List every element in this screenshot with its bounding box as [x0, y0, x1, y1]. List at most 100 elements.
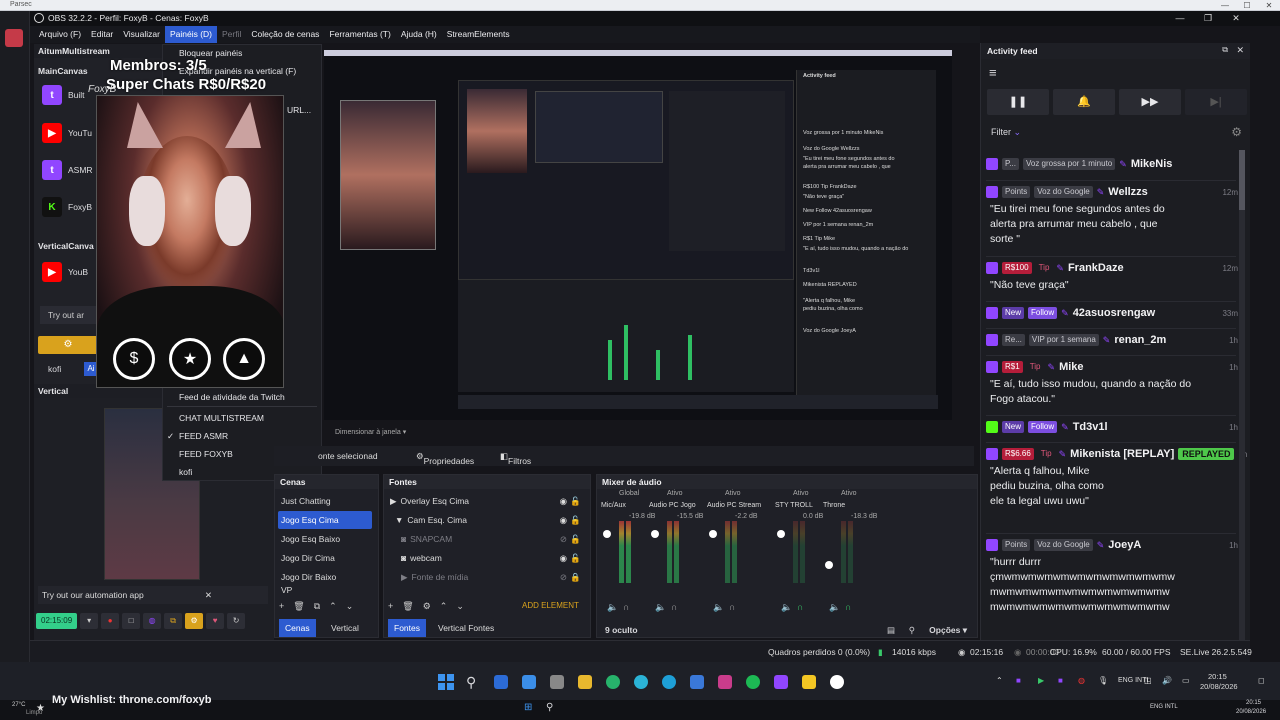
minimize-icon[interactable]: — — [1166, 11, 1194, 26]
close-icon[interactable]: ✕ — [1236, 45, 1244, 56]
taskbar-date[interactable]: 20/08/2026 — [1200, 682, 1238, 691]
speaker-icon[interactable]: 🔈 — [829, 602, 840, 613]
activity-scrollbar[interactable] — [1239, 150, 1245, 640]
headphone-icon[interactable]: ∩ — [671, 602, 677, 612]
menu-twitch-activity[interactable]: Feed de atividade da Twitch — [179, 392, 285, 402]
windows-start-icon[interactable] — [438, 674, 454, 690]
source-item[interactable]: ▼ Cam Esq. Cima ◉ 🔓 — [387, 511, 583, 529]
eye-icon[interactable]: ◉ — [560, 549, 567, 567]
network-icon[interactable]: ◫ — [1144, 676, 1152, 685]
taskbar-clock[interactable]: 20:15 — [1208, 672, 1227, 681]
minimize-icon[interactable]: — — [1214, 0, 1236, 11]
try-automation-banner[interactable]: Try out ar — [40, 306, 100, 324]
float-icon[interactable]: ⧉ — [1222, 45, 1228, 55]
windows-start-icon[interactable]: ⊞ — [524, 702, 532, 713]
parsec-app-icon[interactable] — [5, 29, 23, 47]
source-item[interactable]: ▶ Overlay Esq Cima ◉ 🔓 — [387, 492, 583, 510]
tab-scenes[interactable]: Cenas — [279, 619, 316, 637]
source-item[interactable]: ◙ webcam ◉ 🔓 — [387, 549, 583, 567]
chevron-up-icon[interactable]: ⌃ — [996, 676, 1003, 685]
replay-icon[interactable]: ⧉ — [164, 613, 183, 629]
event-username[interactable]: renan_2m — [1114, 334, 1166, 346]
tray-play-icon[interactable]: ▶ — [1038, 676, 1044, 685]
mixer-link-icon[interactable]: ⚲ — [909, 625, 915, 636]
activity-event[interactable]: New Follow ✎ Td3v1l 1h — [986, 419, 1238, 435]
output-row[interactable]: ▶ YouTu — [42, 122, 92, 144]
event-username[interactable]: FrankDaze — [1068, 262, 1124, 274]
pause-icon[interactable]: ◍ — [143, 613, 162, 629]
speaker-icon[interactable]: 🔈 — [655, 602, 666, 613]
menu-chat-multistream[interactable]: CHAT MULTISTREAM — [179, 413, 264, 423]
eye-hidden-icon[interactable]: ⊘ — [560, 568, 567, 586]
heart-icon[interactable]: ♥ — [206, 613, 225, 629]
down-icon[interactable]: ⌄ — [346, 601, 354, 612]
event-username[interactable]: Mikenista [REPLAY] — [1070, 448, 1174, 460]
stream-timer-button[interactable]: 02:15:09 — [36, 613, 78, 629]
eye-icon[interactable]: ◉ — [560, 492, 567, 510]
tab-sources[interactable]: Fontes — [388, 619, 426, 637]
menu-feed-asmr[interactable]: ✓ FEED ASMR — [167, 431, 228, 441]
volume-slider[interactable] — [651, 530, 659, 539]
close-icon[interactable]: ✕ — [1258, 0, 1280, 11]
options-button[interactable]: Opções ▾ — [929, 625, 967, 636]
scroll-thumb[interactable] — [1239, 150, 1245, 210]
lock-icon[interactable]: 🔓 — [570, 549, 581, 567]
lock-icon[interactable]: 🔒 — [570, 568, 581, 586]
volume-slider[interactable] — [603, 530, 611, 539]
search-icon[interactable]: ⚲ — [546, 702, 553, 713]
filters-button[interactable]: ◧ Filtros — [500, 451, 531, 466]
filter-button[interactable]: Filter ⌄ — [991, 127, 1021, 138]
app-icon[interactable] — [718, 675, 732, 689]
menu-item-help[interactable]: Ajuda (H) — [396, 26, 442, 43]
task-view-icon[interactable] — [494, 675, 508, 689]
record-icon[interactable]: ● — [101, 613, 120, 629]
menu-item-tools[interactable]: Ferramentas (T) — [324, 26, 395, 43]
pause-feed-button[interactable]: ❚❚ — [987, 89, 1049, 115]
maximize-icon[interactable]: ❐ — [1194, 11, 1222, 26]
menu-item-file[interactable]: Arquivo (F) — [34, 26, 86, 43]
gear-icon[interactable]: ⚙ — [1231, 125, 1242, 139]
output-row[interactable]: ▶ YouB — [42, 261, 88, 283]
activity-event[interactable]: R$1 Tip ✎ Mike 1h "E aí, tudo isso mudou, … — [986, 359, 1238, 407]
notification-icon[interactable]: ◻ — [1258, 676, 1265, 685]
stop-icon[interactable]: □ — [122, 613, 141, 629]
menu-item-profile[interactable]: Perfil — [217, 26, 246, 43]
activity-event[interactable]: Points Voz do Google ✎ Wellzzs 12m "Eu tir… — [986, 184, 1238, 247]
mixer-layout-icon[interactable]: ▤ — [887, 625, 895, 636]
menu-item-scene-collection[interactable]: Coleção de cenas — [246, 26, 324, 43]
search-icon[interactable]: ⚲ — [466, 674, 476, 691]
widgets-icon[interactable] — [522, 675, 536, 689]
tray-record-icon[interactable]: ◍ — [1078, 676, 1085, 685]
battery-icon[interactable]: ▭ — [1182, 676, 1190, 685]
add-icon[interactable]: + — [279, 601, 284, 612]
scene-item[interactable]: Jogo Dir Cima — [278, 549, 374, 567]
menu-kofi[interactable]: kofi — [179, 467, 192, 477]
speaker-icon[interactable]: 🔈 — [713, 602, 724, 613]
chevron-down-icon[interactable]: ▾ — [80, 613, 99, 629]
close-icon[interactable]: ✕ — [1222, 11, 1250, 26]
activity-event[interactable]: P... Voz grossa por 1 minuto ✎ MikeNis — [986, 156, 1238, 172]
scene-item[interactable]: Jogo Esq Baixo — [278, 530, 374, 548]
lock-icon[interactable]: 🔓 — [570, 511, 581, 529]
volume-icon[interactable]: 🔊 — [1162, 676, 1172, 685]
close-icon[interactable]: ✕ — [205, 586, 212, 604]
hamburger-icon[interactable]: ≡ — [989, 65, 997, 80]
properties-button[interactable]: ⚙ Propriedades — [416, 451, 474, 466]
activity-event[interactable]: R$6.66 Tip ✎ Mikenista [REPLAY]REPLAYED1… — [986, 446, 1247, 509]
up-icon[interactable]: ⌃ — [329, 601, 337, 612]
collapse-icon[interactable]: ▼ — [395, 515, 403, 525]
headphone-icon[interactable]: ∩ — [623, 602, 629, 612]
microphone-icon[interactable]: 🎙 — [1098, 676, 1108, 685]
settings-icon[interactable] — [550, 675, 564, 689]
down-icon[interactable]: ⌄ — [456, 601, 464, 612]
event-username[interactable]: Mike — [1059, 361, 1083, 373]
event-username[interactable]: Td3v1l — [1073, 421, 1108, 433]
preview-scale-select[interactable]: Dimensionar à janela ▾ — [335, 428, 406, 436]
event-username[interactable]: MikeNis — [1131, 158, 1173, 170]
speaker-icon[interactable]: 🔈 — [607, 602, 618, 613]
volume-slider[interactable] — [825, 561, 833, 570]
browser-icon[interactable] — [634, 675, 648, 689]
menu-item-docks[interactable]: Painéis (D) — [164, 26, 218, 43]
event-username[interactable]: 42asuosrengaw — [1073, 307, 1156, 319]
expand-icon[interactable]: ▶ — [390, 496, 397, 506]
